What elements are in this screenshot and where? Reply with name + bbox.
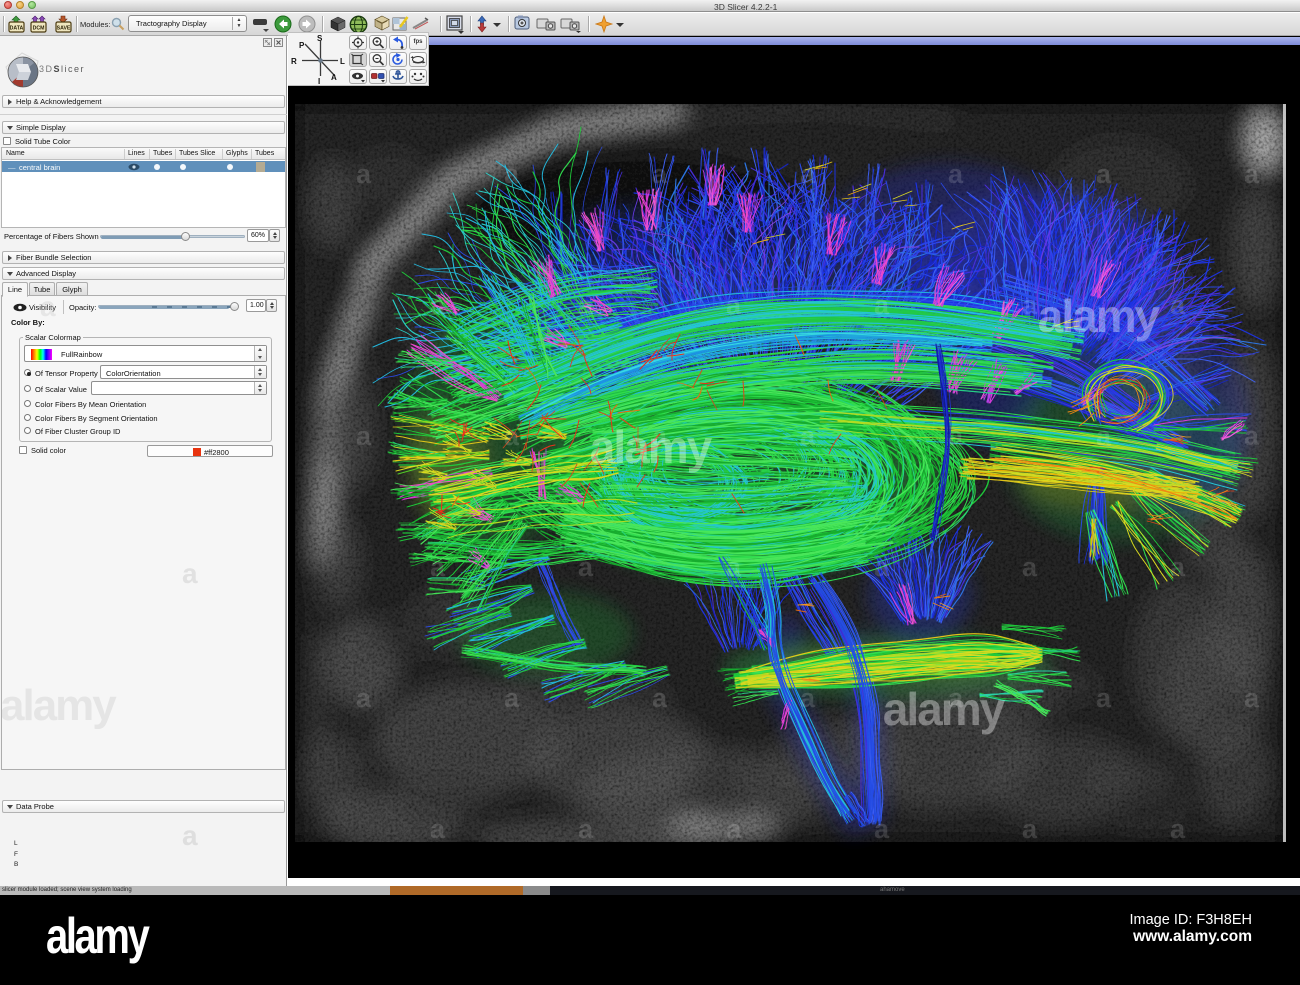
svg-text:a: a: [1244, 159, 1260, 189]
svg-text:a: a: [356, 159, 372, 189]
svg-text:a: a: [874, 552, 890, 582]
svg-text:S: S: [317, 34, 323, 43]
svg-text:a: a: [1244, 683, 1260, 713]
svg-text:a: a: [430, 814, 446, 844]
svg-text:DCM: DCM: [33, 26, 45, 32]
svg-text:a: a: [356, 683, 372, 713]
svg-text:a: a: [1096, 683, 1112, 713]
svg-text:a: a: [1170, 552, 1186, 582]
svg-text:a: a: [430, 290, 446, 320]
svg-text:P: P: [299, 41, 305, 50]
svg-text:a: a: [1096, 159, 1112, 189]
svg-text:a: a: [726, 814, 742, 844]
svg-text:a: a: [1170, 290, 1186, 320]
svg-text:a: a: [578, 552, 594, 582]
svg-text:a: a: [1170, 814, 1186, 844]
svg-text:a: a: [504, 683, 520, 713]
svg-text:a: a: [1022, 814, 1038, 844]
svg-text:a: a: [800, 159, 816, 189]
svg-text:a: a: [578, 814, 594, 844]
svg-text:a: a: [726, 290, 742, 320]
svg-text:a: a: [578, 290, 594, 320]
svg-text:alamy: alamy: [1038, 290, 1161, 342]
svg-text:alamy: alamy: [883, 683, 1006, 735]
svg-text:DATA: DATA: [10, 26, 24, 32]
svg-text:a: a: [948, 421, 964, 451]
svg-text:a: a: [948, 159, 964, 189]
svg-text:a: a: [874, 290, 890, 320]
svg-text:alamy: alamy: [590, 421, 713, 473]
svg-text:a: a: [726, 552, 742, 582]
svg-text:a: a: [800, 683, 816, 713]
svg-text:a: a: [874, 814, 890, 844]
svg-text:a: a: [652, 159, 668, 189]
svg-text:A: A: [331, 73, 337, 82]
svg-text:a: a: [1022, 552, 1038, 582]
svg-text:a: a: [1244, 421, 1260, 451]
svg-text:R: R: [291, 57, 297, 66]
svg-text:a: a: [1096, 421, 1112, 451]
svg-text:a: a: [504, 159, 520, 189]
svg-text:L: L: [340, 57, 345, 66]
svg-text:I: I: [318, 77, 320, 86]
svg-text:a: a: [1022, 290, 1038, 320]
svg-text:a: a: [430, 552, 446, 582]
svg-text:a: a: [504, 421, 520, 451]
svg-text:SAVE: SAVE: [57, 26, 71, 32]
svg-text:a: a: [800, 421, 816, 451]
svg-text:a: a: [356, 421, 372, 451]
svg-text:a: a: [652, 683, 668, 713]
